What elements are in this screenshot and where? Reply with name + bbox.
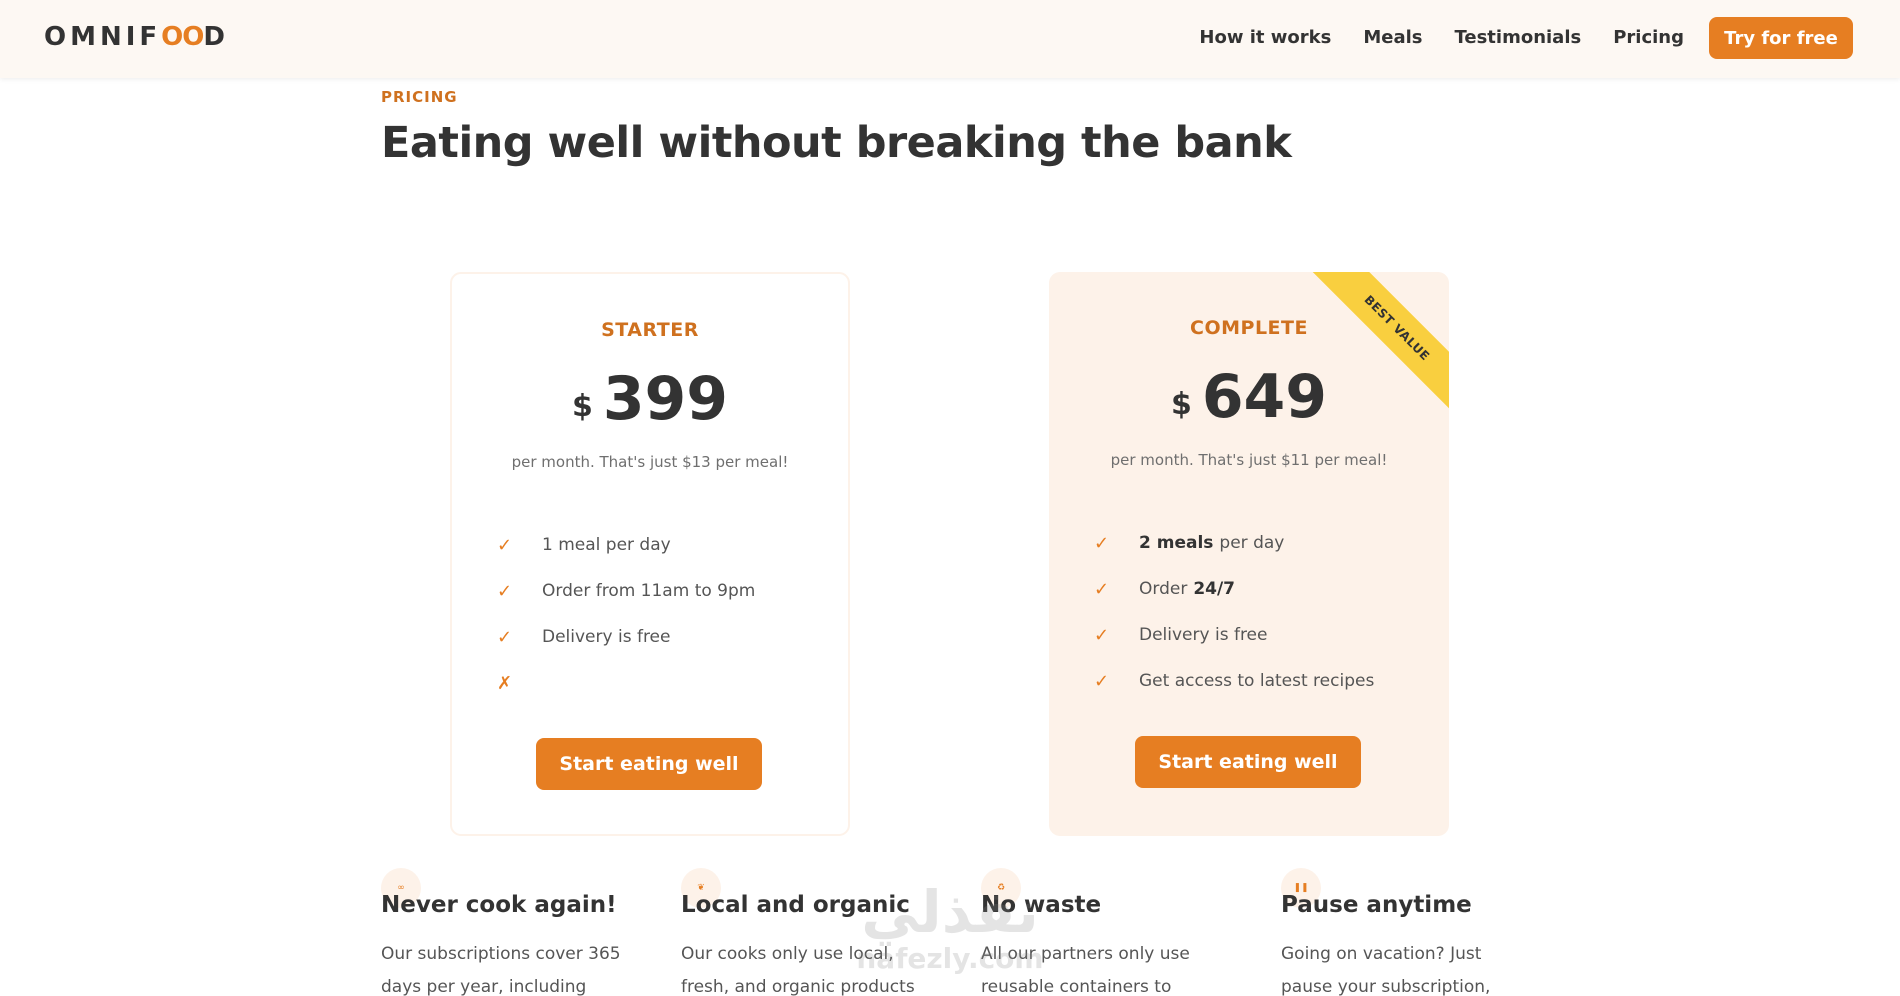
pricing-plan-complete: BEST VALUE COMPLETE $ 649 per month. Tha… xyxy=(1049,272,1449,836)
list-item: ✗ xyxy=(497,660,755,706)
feature-text: Going on vacation? Just pause your subsc… xyxy=(1281,944,1491,996)
logo-text-start: OMNIF xyxy=(44,22,162,52)
checkmark-icon: ✓ xyxy=(1094,624,1110,646)
start-eating-well-button[interactable]: Start eating well xyxy=(1135,736,1361,788)
nav-link-meals[interactable]: Meals xyxy=(1363,27,1422,48)
plan-feature-list: ✓ 1 meal per day ✓ Order from 11am to 9p… xyxy=(497,522,755,706)
list-item: ✓ 1 meal per day xyxy=(497,522,755,568)
feature-text: Order from 11am to 9pm xyxy=(542,581,756,601)
list-item: ✓ Delivery is free xyxy=(1094,612,1374,658)
currency-symbol: $ xyxy=(1170,387,1192,422)
logo-text-end: D xyxy=(203,22,229,52)
feature-text: All our partners only use reusable conta… xyxy=(981,944,1190,996)
feature-text: Our subscriptions cover 365 days per yea… xyxy=(381,944,621,996)
checkmark-icon: ✓ xyxy=(1094,670,1110,692)
feature-title: Pause anytime xyxy=(1281,892,1472,918)
price-details: per month. That's just $11 per meal! xyxy=(1110,451,1388,469)
checkmark-icon: ✓ xyxy=(497,626,513,648)
section-subheading: PRICING xyxy=(381,88,458,106)
checkmark-icon: ✓ xyxy=(1094,578,1110,600)
list-item: ✓ 2 meals per day xyxy=(1094,520,1374,566)
list-item: ✓ Get access to latest recipes xyxy=(1094,658,1374,704)
plan-price: $ 649 xyxy=(1049,364,1449,430)
start-eating-well-button[interactable]: Start eating well xyxy=(536,738,762,790)
feature-highlight: 2 meals xyxy=(1139,533,1214,553)
site-header: OMNIFOOD How it works Meals Testimonials… xyxy=(0,0,1900,78)
cross-icon: ✗ xyxy=(497,672,513,694)
plan-name: STARTER xyxy=(601,319,699,341)
price-value: 399 xyxy=(602,364,729,434)
feature-title: Never cook again! xyxy=(381,892,617,918)
logo-infinity-mark: OO xyxy=(161,22,204,52)
nav-link-testimonials[interactable]: Testimonials xyxy=(1454,27,1581,48)
nav-link-pricing[interactable]: Pricing xyxy=(1613,27,1684,48)
feature-title: No waste xyxy=(981,892,1102,918)
feature-text: per day xyxy=(1219,533,1285,553)
checkmark-icon: ✓ xyxy=(497,580,513,602)
feature-text: Order xyxy=(1139,579,1188,599)
checkmark-icon: ✓ xyxy=(497,534,513,556)
try-for-free-button[interactable]: Try for free xyxy=(1709,17,1853,59)
section-heading: Eating well without breaking the bank xyxy=(381,118,1292,168)
feature-title: Local and organic xyxy=(681,892,910,918)
plan-name: COMPLETE xyxy=(1190,317,1308,339)
main-nav: How it works Meals Testimonials Pricing xyxy=(1199,27,1684,48)
plan-price: $ 399 xyxy=(452,366,848,432)
price-value: 649 xyxy=(1201,362,1328,432)
feature-text: Get access to latest recipes xyxy=(1139,671,1375,691)
omnifood-logo[interactable]: OMNIFOOD xyxy=(44,22,229,52)
list-item: ✓ Order 24/7 xyxy=(1094,566,1374,612)
checkmark-icon: ✓ xyxy=(1094,532,1110,554)
feature-text: Our cooks only use local, fresh, and org… xyxy=(681,944,915,996)
feature-text: 1 meal per day xyxy=(542,535,671,555)
list-item: ✓ Delivery is free xyxy=(497,614,755,660)
plan-feature-list: ✓ 2 meals per day ✓ Order 24/7 ✓ Deliver… xyxy=(1094,520,1374,704)
feature-text: Delivery is free xyxy=(1139,625,1268,645)
price-details: per month. That's just $13 per meal! xyxy=(511,453,789,471)
nav-link-how-it-works[interactable]: How it works xyxy=(1199,27,1331,48)
currency-symbol: $ xyxy=(571,389,593,424)
feature-text: Delivery is free xyxy=(542,627,671,647)
feature-highlight: 24/7 xyxy=(1193,579,1236,599)
pricing-plan-starter: STARTER $ 399 per month. That's just $13… xyxy=(450,272,850,836)
list-item: ✓ Order from 11am to 9pm xyxy=(497,568,755,614)
